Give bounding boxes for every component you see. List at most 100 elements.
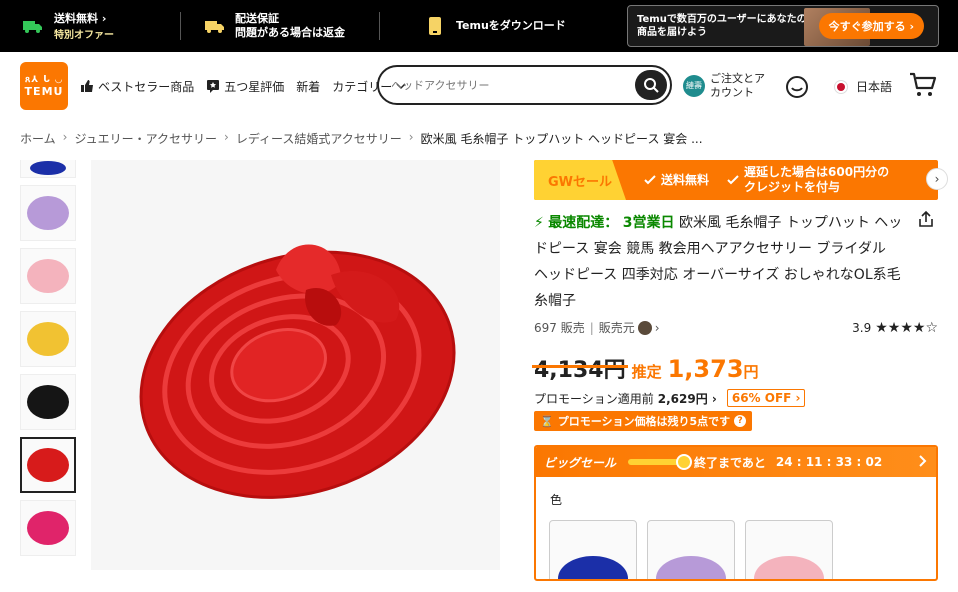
red-hat-image <box>139 244 456 499</box>
swatch-pink[interactable] <box>745 520 833 579</box>
join-now-button[interactable]: 今すぐ参加する › <box>818 13 924 39</box>
hourglass-icon: ⌛ <box>540 414 554 428</box>
rating-value: 3.9 <box>852 320 872 335</box>
cart-icon <box>910 72 937 96</box>
big-sale-label: ビッグセール <box>544 455 617 470</box>
chevron-right-icon: › <box>408 130 414 144</box>
product-meta: 697 販売 | 販売元 › 3.9 ★★★★☆ <box>534 319 938 336</box>
shipping-title: 送料無料 › <box>54 11 107 25</box>
rating[interactable]: 3.9 ★★★★☆ <box>852 320 938 336</box>
chevron-right-icon <box>919 455 927 467</box>
promo-remaining-badge[interactable]: ⌛ プロモーション価格は残り5点です ? <box>534 411 753 431</box>
thumbnail-purple[interactable] <box>20 185 76 241</box>
nav-five-star-label: 五つ星評価 <box>224 79 285 94</box>
account-label-line1: ご注文とア <box>710 72 765 85</box>
thumbnail-yellow[interactable] <box>20 311 76 367</box>
hat-image <box>27 196 69 230</box>
thumbnail-red-selected[interactable] <box>20 437 76 493</box>
phone-icon <box>424 17 446 35</box>
chevron-right-icon: › <box>934 172 940 186</box>
share-icon <box>919 210 933 227</box>
divider <box>180 12 181 40</box>
original-price: 4,134円 <box>532 352 628 384</box>
seller-promo-text: Temuで数百万のユーザーにあなたの商品を届けよう <box>637 14 807 38</box>
language-selector[interactable]: 日本語 <box>834 78 892 95</box>
guarantee-subtitle: 問題がある場合は返金 <box>235 26 345 39</box>
breadcrumb-home[interactable]: ホーム <box>20 130 56 147</box>
hat-image <box>27 259 69 293</box>
star-chat-icon <box>207 80 220 93</box>
chevron-right-icon: › <box>62 130 68 144</box>
japan-flag-icon <box>834 79 848 94</box>
shipping-subtitle: 特別オファー <box>54 29 114 41</box>
breadcrumb-current: 欧米風 毛糸帽子 トップハット ヘッドピース 宴会 ... <box>420 132 703 146</box>
thumbs-up-icon <box>81 80 93 92</box>
seller-link[interactable]: 販売元 <box>599 319 635 336</box>
search-button[interactable] <box>635 70 667 100</box>
gw-delay-line1: 遅延した場合は600円分の <box>744 165 890 179</box>
free-shipping-banner[interactable]: 送料無料 › 特別オファー <box>22 0 180 52</box>
download-app-banner[interactable]: Temuをダウンロード <box>424 0 566 52</box>
delivery-truck-icon <box>203 17 225 35</box>
account-avatar: 縺壽 <box>683 75 705 97</box>
product-info-panel: GWセール 送料無料 遅延した場合は600円分の クレジットを付与 ⚡ 最速配達… <box>532 160 938 581</box>
check-icon <box>644 175 656 185</box>
hat-image <box>656 556 726 579</box>
discount-badge[interactable]: 66% OFF › <box>726 389 806 407</box>
breadcrumb-jewelry[interactable]: ジュエリー・アクセサリー <box>74 130 217 147</box>
big-sale-panel: ビッグセール 終了まであと 24 : 11 : 33 : 02 色 <box>534 445 938 581</box>
estimated-label: 推定 <box>631 363 662 381</box>
seller-info: 697 販売 | 販売元 › <box>534 319 660 336</box>
promo-topbar: 送料無料 › 特別オファー 配送保証 問題がある場合は返金 Temuをダウンロー… <box>0 0 958 52</box>
search-input[interactable] <box>379 78 619 92</box>
share-button[interactable] <box>917 210 935 232</box>
support-button[interactable] <box>785 75 809 103</box>
logo-mark: ጸ⅄ ᒐ ◡ <box>25 74 63 85</box>
hat-image <box>754 556 824 579</box>
sale-ends-label: 終了まであと <box>694 455 766 470</box>
thumbnail-magenta[interactable] <box>20 500 76 556</box>
thumbnail-black[interactable] <box>20 374 76 430</box>
nav-five-star[interactable]: 五つ星評価 <box>206 78 284 95</box>
gw-sale-banner[interactable]: GWセール 送料無料 遅延した場合は600円分の クレジットを付与 <box>534 160 938 200</box>
gw-next-button[interactable]: › <box>926 168 948 190</box>
nav-bestsellers[interactable]: ベストセラー商品 <box>80 78 194 95</box>
promo-before-price[interactable]: 2,629円 › <box>658 390 717 407</box>
chevron-right-icon: › <box>654 320 660 335</box>
separator: | <box>589 320 594 335</box>
color-swatches <box>536 508 936 579</box>
promo-before-line: プロモーション適用前 2,629円 › 66% OFF › <box>534 389 938 407</box>
nav-bestsellers-label: ベストセラー商品 <box>98 79 195 94</box>
fastest-delivery-days: 3営業日 <box>622 215 675 231</box>
lightning-icon: ⚡ <box>534 215 544 231</box>
hat-image <box>27 511 69 545</box>
gw-free-shipping: 送料無料 <box>644 173 709 188</box>
currency-label: 円 <box>743 363 759 381</box>
seller-promo-banner[interactable]: Temuで数百万のユーザーにあなたの商品を届けよう 今すぐ参加する › <box>627 5 939 47</box>
color-label: 色 <box>550 493 563 507</box>
guarantee-title: 配送保証 <box>235 12 279 25</box>
sale-progress-bar <box>628 454 693 470</box>
price-row: 4,134円 推定 1,373 円 <box>532 352 938 384</box>
swatch-blue[interactable] <box>549 520 637 579</box>
sale-countdown: 24 : 11 : 33 : 02 <box>775 455 883 469</box>
delivery-guarantee-banner[interactable]: 配送保証 問題がある場合は返金 <box>203 0 379 52</box>
nav-new-arrivals[interactable]: 新着 <box>296 78 320 95</box>
gw-delay-credit: 遅延した場合は600円分の クレジットを付与 <box>727 165 889 195</box>
breadcrumb-wedding-accessories[interactable]: レディース結婚式アクセサリー <box>236 130 402 147</box>
seller-avatar-icon <box>637 320 652 335</box>
cart-button[interactable] <box>909 72 937 102</box>
breadcrumb: ホーム › ジュエリー・アクセサリー › レディース結婚式アクセサリー › 欧米… <box>20 130 703 147</box>
main-product-image[interactable] <box>91 160 500 570</box>
thumbnail-blue[interactable] <box>20 160 76 178</box>
hat-image <box>558 556 628 579</box>
thumbnail-pink[interactable] <box>20 248 76 304</box>
hat-image <box>27 322 69 356</box>
promo-remaining-text: プロモーション価格は残り5点です <box>557 415 731 428</box>
logo-text: TEMU <box>24 84 64 98</box>
temu-logo[interactable]: ጸ⅄ ᒐ ◡ TEMU <box>20 62 68 110</box>
account-orders[interactable]: 縺壽 ご注文とア カウント <box>683 72 765 100</box>
swatch-purple[interactable] <box>647 520 735 579</box>
hat-image <box>30 161 66 175</box>
big-sale-header[interactable]: ビッグセール 終了まであと 24 : 11 : 33 : 02 <box>536 447 936 477</box>
